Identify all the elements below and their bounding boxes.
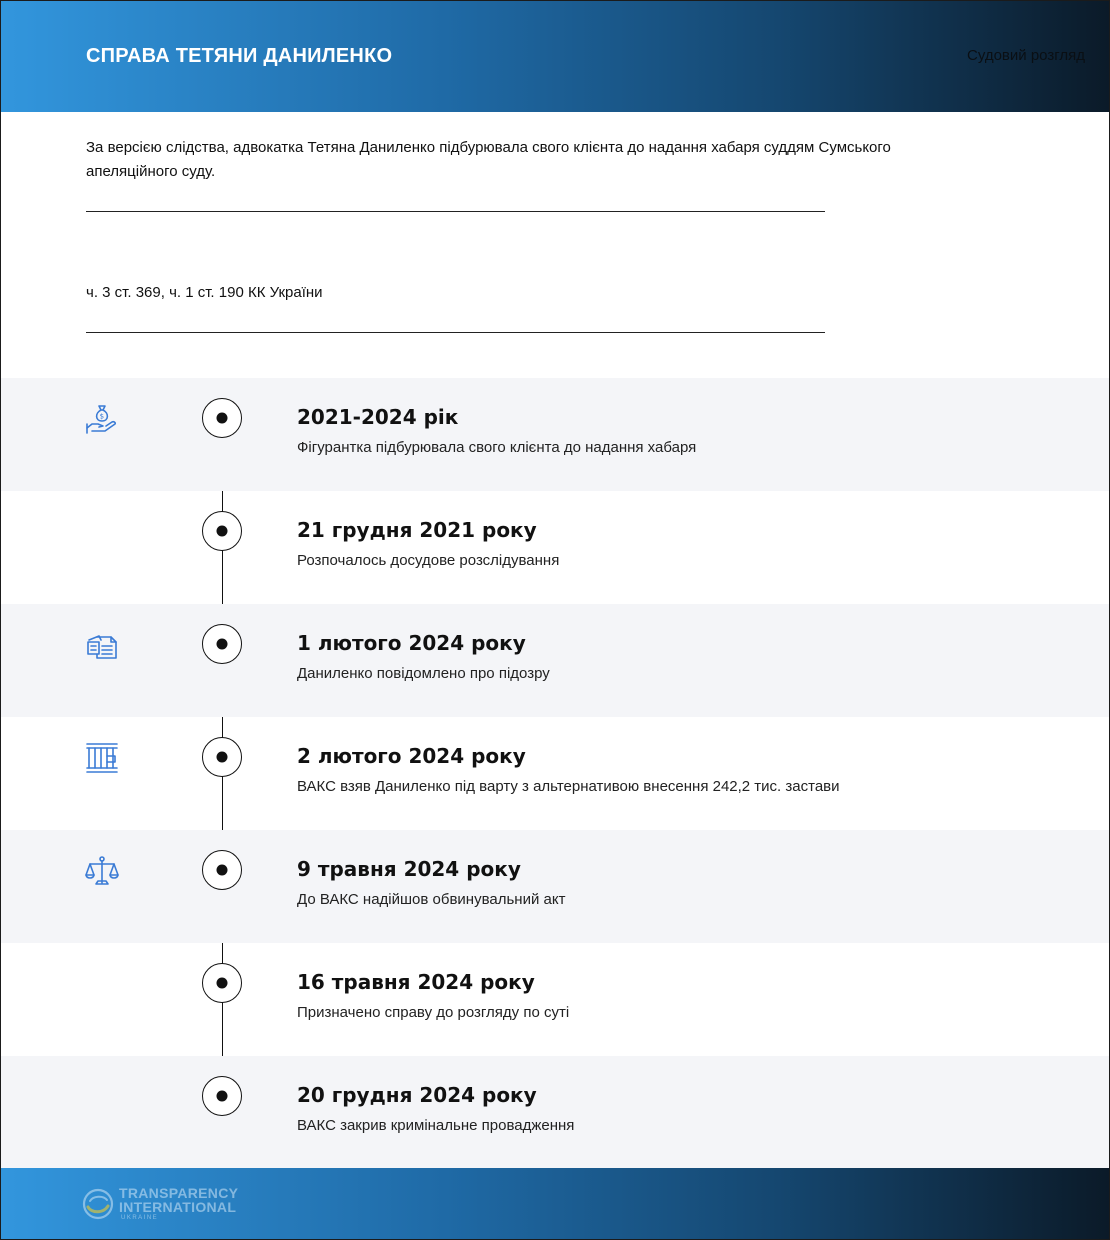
event-date: 2 лютого 2024 року [297,744,526,768]
logo-subtitle: UKRAINE [121,1215,159,1221]
divider [86,332,825,333]
intro-text: За версією слідства, адвокатка Тетяна Да… [86,139,891,180]
timeline: $ 2021-2024 рік Фігурантка підбурювала с… [1,378,1109,1169]
svg-text:$: $ [100,413,104,421]
criminal-code-articles: ч. 3 ст. 369, ч. 1 ст. 190 КК України [86,284,323,301]
timeline-row: 16 травня 2024 року Призначено справу до… [1,943,1109,1056]
event-date: 16 травня 2024 року [297,970,535,994]
divider [86,211,825,212]
logo-wordmark: TRANSPARENCY INTERNATIONAL [119,1186,238,1214]
event-description: Розпочалось досудове розслідування [297,552,560,569]
logo-mark-icon [82,1188,114,1220]
logo-line-1: TRANSPARENCY [119,1185,239,1201]
timeline-row: 9 травня 2024 року До ВАКС надійшов обви… [1,830,1109,943]
page-title: СПРАВА ТЕТЯНИ ДАНИЛЕНКО [86,45,393,67]
documents-icon [85,628,119,662]
infographic-card: СПРАВА ТЕТЯНИ ДАНИЛЕНКО Судовий розгляд … [0,0,1110,1240]
event-date: 2021-2024 рік [297,405,459,429]
timeline-marker [202,398,242,438]
scales-icon [85,854,119,888]
event-description: До ВАКС надійшов обвинувальний акт [297,891,566,908]
timeline-marker [202,737,242,777]
event-date: 21 грудня 2021 року [297,518,537,542]
event-description: Фігурантка підбурювала свого клієнта до … [297,439,697,456]
timeline-marker [202,624,242,664]
transparency-international-logo: TRANSPARENCY INTERNATIONAL UKRAINE [81,1185,251,1225]
timeline-row: 1 лютого 2024 року Даниленко повідомлено… [1,604,1109,717]
event-description: ВАКС взяв Даниленко під варту з альтерна… [297,778,840,795]
timeline-marker [202,850,242,890]
event-date: 20 грудня 2024 року [297,1083,537,1107]
header-bar: СПРАВА ТЕТЯНИ ДАНИЛЕНКО Судовий розгляд [1,1,1109,112]
timeline-row: $ 2021-2024 рік Фігурантка підбурювала с… [1,378,1109,491]
timeline-row: 2 лютого 2024 року ВАКС взяв Даниленко п… [1,717,1109,830]
prison-bars-icon [85,741,119,775]
event-description: Призначено справу до розгляду по суті [297,1004,570,1021]
event-description: ВАКС закрив кримінальне провадження [297,1117,575,1134]
logo-line-2: INTERNATIONAL [119,1199,237,1215]
event-date: 9 травня 2024 року [297,857,521,881]
timeline-marker [202,511,242,551]
timeline-row: 20 грудня 2024 року ВАКС закрив кримінал… [1,1056,1109,1169]
event-description: Даниленко повідомлено про підозру [297,665,550,682]
timeline-marker [202,963,242,1003]
category-tag: Судовий розгляд [967,47,1085,64]
event-date: 1 лютого 2024 року [297,631,526,655]
footer-bar: TRANSPARENCY INTERNATIONAL UKRAINE [1,1168,1109,1239]
money-bag-hand-icon: $ [85,402,119,436]
timeline-row: 21 грудня 2021 року Розпочалось досудове… [1,491,1109,604]
timeline-marker [202,1076,242,1116]
